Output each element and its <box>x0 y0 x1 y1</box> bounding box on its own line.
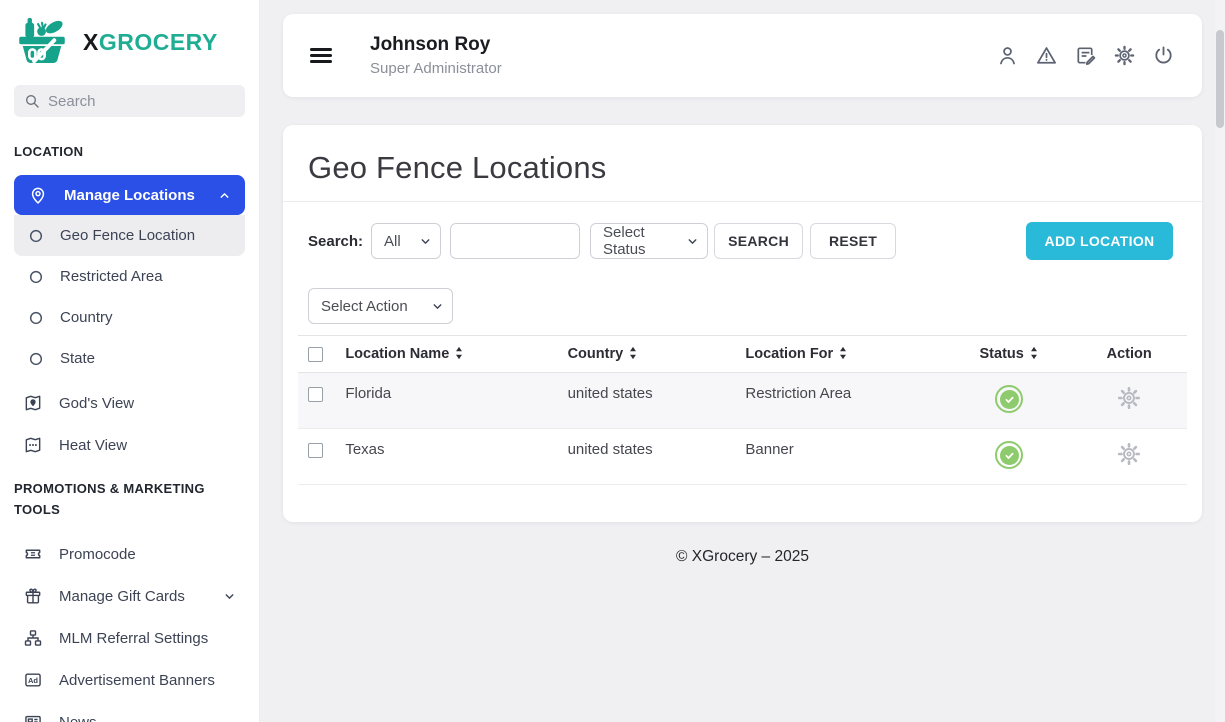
scrollbar-track[interactable] <box>1215 0 1225 722</box>
ticket-icon <box>23 544 43 564</box>
grocery-basket-logo-icon <box>14 14 70 70</box>
filter-column-select[interactable]: All <box>371 223 441 259</box>
radio-circle-icon <box>28 310 44 326</box>
sidebar-item-heat-view[interactable]: Heat View <box>14 424 245 466</box>
map-pin-map-icon <box>23 393 43 413</box>
add-location-button[interactable]: ADD LOCATION <box>1026 222 1173 260</box>
row-checkbox[interactable] <box>308 443 323 458</box>
sidebar-item-restricted-area[interactable]: Restricted Area <box>14 256 245 297</box>
radio-circle-icon <box>28 351 44 367</box>
sitemap-icon <box>23 628 43 648</box>
news-icon <box>23 712 43 722</box>
sort-icon <box>454 346 464 360</box>
cell-location-for: Banner <box>735 429 947 485</box>
table-row: Florida united states Restriction Area <box>298 373 1187 429</box>
brand-name: XGROCERY <box>83 29 218 56</box>
page-title: Geo Fence Locations <box>308 150 1177 186</box>
cell-country: united states <box>558 429 736 485</box>
content-card: Geo Fence Locations Search: All Select S… <box>283 125 1202 522</box>
user-name: Johnson Roy <box>370 33 502 57</box>
bulk-action-value: Select Action <box>321 298 408 315</box>
cell-location-name: Florida <box>335 373 557 429</box>
row-action-gear-icon[interactable] <box>1116 441 1142 467</box>
select-all-checkbox[interactable] <box>308 347 323 362</box>
status-active-icon[interactable] <box>995 441 1023 469</box>
ad-banner-icon <box>23 670 43 690</box>
sidebar-item-gods-view[interactable]: God's View <box>14 382 245 424</box>
sidebar-item-mlm-referral-settings[interactable]: MLM Referral Settings <box>14 617 245 659</box>
top-header: Johnson Roy Super Administrator <box>283 14 1202 97</box>
gift-icon <box>23 586 43 606</box>
chevron-down-icon <box>223 590 236 603</box>
chevron-up-icon <box>218 189 231 202</box>
locations-table: Location Name Country Location For Statu… <box>298 335 1187 485</box>
status-filter-value: Select Status <box>603 224 681 258</box>
column-header-status[interactable]: Status <box>947 336 1071 373</box>
cell-location-for: Restriction Area <box>735 373 947 429</box>
status-filter-select[interactable]: Select Status <box>590 223 708 259</box>
sort-icon <box>1029 346 1039 360</box>
search-label: Search: <box>308 233 363 250</box>
search-button[interactable]: SEARCH <box>714 223 803 259</box>
radio-circle-icon <box>28 228 44 244</box>
table-header-row: Location Name Country Location For Statu… <box>298 336 1187 373</box>
column-header-country[interactable]: Country <box>558 336 736 373</box>
sidebar-item-state[interactable]: State <box>14 338 245 379</box>
section-label-promotions: PROMOTIONS & MARKETING TOOLS <box>14 478 214 520</box>
sidebar-item-advertisement-banners[interactable]: Advertisement Banners <box>14 659 245 701</box>
user-info[interactable]: Johnson Roy Super Administrator <box>370 33 502 79</box>
search-text-input[interactable] <box>450 223 580 259</box>
filter-column-value: All <box>384 233 401 250</box>
sidebar-item-news[interactable]: News <box>14 701 245 722</box>
warning-icon[interactable] <box>1035 44 1058 67</box>
section-label-location: LOCATION <box>14 141 245 162</box>
power-icon[interactable] <box>1152 44 1175 67</box>
table-row: Texas united states Banner <box>298 429 1187 485</box>
sidebar: XGROCERY LOCATION Manage Locations Geo F… <box>0 0 260 722</box>
heat-map-icon <box>23 435 43 455</box>
sidebar-item-manage-locations[interactable]: Manage Locations <box>14 175 245 215</box>
radio-circle-icon <box>28 269 44 285</box>
sidebar-item-promocode[interactable]: Promocode <box>14 533 245 575</box>
action-row: Select Action <box>308 288 1177 324</box>
row-action-gear-icon[interactable] <box>1116 385 1142 411</box>
reset-button[interactable]: RESET <box>810 223 896 259</box>
chevron-down-icon <box>419 235 432 248</box>
location-pin-icon <box>28 185 48 205</box>
bulk-action-select[interactable]: Select Action <box>308 288 453 324</box>
divider <box>283 201 1202 202</box>
sidebar-search-input[interactable] <box>48 93 235 110</box>
row-checkbox[interactable] <box>308 387 323 402</box>
sidebar-item-manage-gift-cards[interactable]: Manage Gift Cards <box>14 575 245 617</box>
status-active-icon[interactable] <box>995 385 1023 413</box>
sort-icon <box>838 346 848 360</box>
column-header-action: Action <box>1071 336 1187 373</box>
menu-icon[interactable] <box>310 45 334 66</box>
sort-icon <box>628 346 638 360</box>
edit-note-icon[interactable] <box>1074 44 1097 67</box>
filter-row: Search: All Select Status SEARCH RESET A… <box>308 222 1177 260</box>
sidebar-search[interactable] <box>14 85 245 117</box>
chevron-down-icon <box>431 300 444 313</box>
footer-copyright: © XGrocery – 2025 <box>283 548 1202 566</box>
scrollbar-thumb[interactable] <box>1216 30 1224 128</box>
cell-country: united states <box>558 373 736 429</box>
user-role: Super Administrator <box>370 59 502 79</box>
chevron-down-icon <box>686 235 699 248</box>
column-header-location-for[interactable]: Location For <box>735 336 947 373</box>
settings-icon[interactable] <box>1113 44 1136 67</box>
cell-location-name: Texas <box>335 429 557 485</box>
user-icon[interactable] <box>996 44 1019 67</box>
search-icon <box>24 93 40 109</box>
column-header-location-name[interactable]: Location Name <box>335 336 557 373</box>
sidebar-item-country[interactable]: Country <box>14 297 245 338</box>
brand-logo[interactable]: XGROCERY <box>14 14 245 70</box>
sidebar-item-geo-fence-location[interactable]: Geo Fence Location <box>14 215 245 256</box>
